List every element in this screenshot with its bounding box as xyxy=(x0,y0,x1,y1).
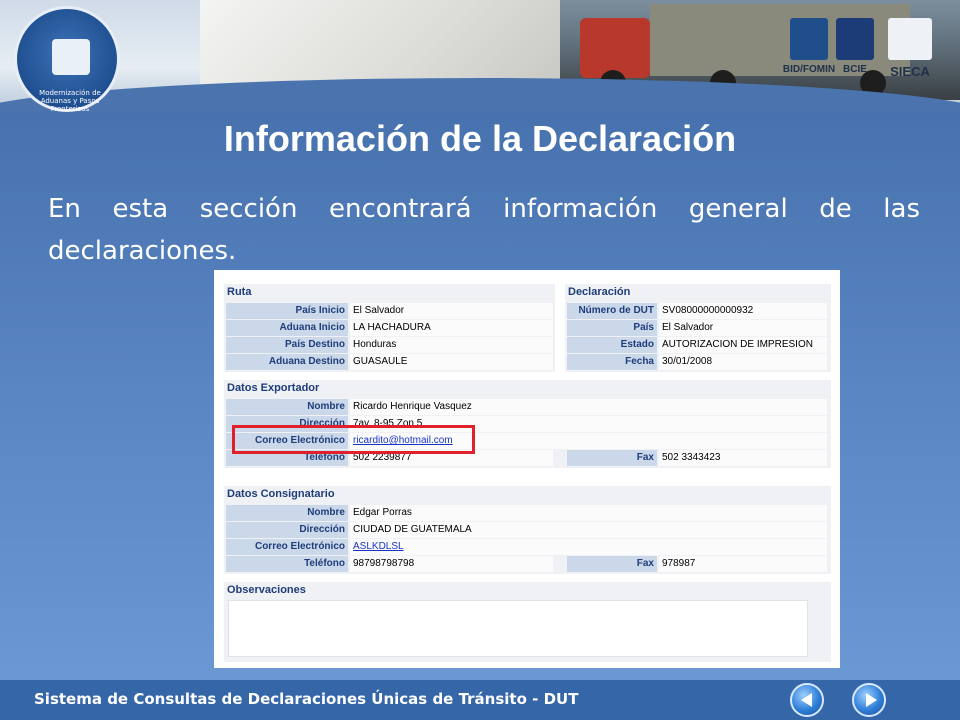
field-row-con-telefono: Teléfono 98798798798 Fax 978987 xyxy=(226,556,829,572)
field-row-con-direccion: Dirección CIUDAD DE GUATEMALA xyxy=(226,522,829,538)
field-row-con-correo: Correo Electrónico ASLKDLSL xyxy=(226,539,829,555)
value-con-correo: ASLKDLSL xyxy=(350,539,827,555)
value-con-fax: 978987 xyxy=(659,556,827,572)
field-row-con-nombre: Nombre Edgar Porras xyxy=(226,505,829,521)
bid-fomin-logo xyxy=(790,18,828,60)
field-row-pais: País El Salvador xyxy=(567,320,829,336)
label-aduana-inicio: Aduana Inicio xyxy=(226,320,348,336)
label-numero-dut: Número de DUT xyxy=(567,303,657,319)
field-row-fecha: Fecha 30/01/2008 xyxy=(567,354,829,370)
field-row-exp-nombre: Nombre Ricardo Henrique Vasquez xyxy=(226,399,829,415)
value-exp-nombre: Ricardo Henrique Vasquez xyxy=(350,399,827,415)
label-con-telefono: Teléfono xyxy=(226,556,348,572)
label-pais-inicio: País Inicio xyxy=(226,303,348,319)
label-con-correo: Correo Electrónico xyxy=(226,539,348,555)
label-exp-fax: Fax xyxy=(567,450,657,466)
partner-label-sieca: SIECA xyxy=(890,64,930,79)
value-fecha: 30/01/2008 xyxy=(659,354,827,370)
value-aduana-destino: GUASAULE xyxy=(350,354,553,370)
logo-text: Modernización de Aduanas y Pasos Fronter… xyxy=(39,89,101,113)
label-exp-nombre: Nombre xyxy=(226,399,348,415)
value-pais-destino: Honduras xyxy=(350,337,553,353)
label-estado: Estado xyxy=(567,337,657,353)
value-con-nombre: Edgar Porras xyxy=(350,505,827,521)
observaciones-textarea[interactable] xyxy=(228,600,808,657)
partner-label-bcie: BCIE xyxy=(843,64,867,75)
value-pais-inicio: El Salvador xyxy=(350,303,553,319)
field-row-estado: Estado AUTORIZACION DE IMPRESION xyxy=(567,337,829,353)
label-con-fax: Fax xyxy=(567,556,657,572)
footer-text: Sistema de Consultas de Declaraciones Ún… xyxy=(34,690,579,708)
label-pais: País xyxy=(567,320,657,336)
truck-icon xyxy=(52,39,90,75)
next-slide-button[interactable] xyxy=(852,683,886,717)
project-logo: Modernización de Aduanas y Pasos Fronter… xyxy=(14,6,120,113)
value-aduana-inicio: LA HACHADURA xyxy=(350,320,553,336)
label-fecha: Fecha xyxy=(567,354,657,370)
section-title-declaracion: Declaración xyxy=(568,286,631,298)
value-con-direccion: CIUDAD DE GUATEMALA xyxy=(350,522,827,538)
field-row-aduana-inicio: Aduana Inicio LA HACHADURA xyxy=(226,320,553,336)
con-email-link[interactable]: ASLKDLSL xyxy=(353,541,404,552)
section-title-consignatario: Datos Consignatario xyxy=(227,488,335,500)
slide-intro: En esta sección encontrará información g… xyxy=(48,194,920,266)
value-pais: El Salvador xyxy=(659,320,827,336)
arrow-left-icon xyxy=(801,693,812,707)
field-row-pais-destino: País Destino Honduras xyxy=(226,337,553,353)
label-con-direccion: Dirección xyxy=(226,522,348,538)
value-numero-dut: SV08000000000932 xyxy=(659,303,827,319)
label-con-nombre: Nombre xyxy=(226,505,348,521)
arrow-right-icon xyxy=(866,693,877,707)
prev-slide-button[interactable] xyxy=(790,683,824,717)
value-estado: AUTORIZACION DE IMPRESION xyxy=(659,337,827,353)
label-pais-destino: País Destino xyxy=(226,337,348,353)
slide-title: Información de la Declaración xyxy=(223,118,737,159)
field-row-numero-dut: Número de DUT SV08000000000932 xyxy=(567,303,829,319)
value-exp-fax: 502 3343423 xyxy=(659,450,827,466)
section-title-ruta: Ruta xyxy=(227,286,252,298)
partner-label-bid: BID/FOMIN xyxy=(782,64,836,75)
section-title-exportador: Datos Exportador xyxy=(227,382,320,394)
header-photo-documents xyxy=(200,0,560,90)
bcie-logo xyxy=(836,18,874,60)
label-aduana-destino: Aduana Destino xyxy=(226,354,348,370)
field-row-pais-inicio: País Inicio El Salvador xyxy=(226,303,553,319)
field-row-aduana-destino: Aduana Destino GUASAULE xyxy=(226,354,553,370)
email-highlight-box xyxy=(232,425,475,454)
declaration-form: Ruta País Inicio El Salvador Aduana Inic… xyxy=(214,270,840,668)
value-con-telefono: 98798798798 xyxy=(350,556,553,572)
section-title-observaciones: Observaciones xyxy=(227,584,306,596)
sieca-logo xyxy=(888,18,932,60)
